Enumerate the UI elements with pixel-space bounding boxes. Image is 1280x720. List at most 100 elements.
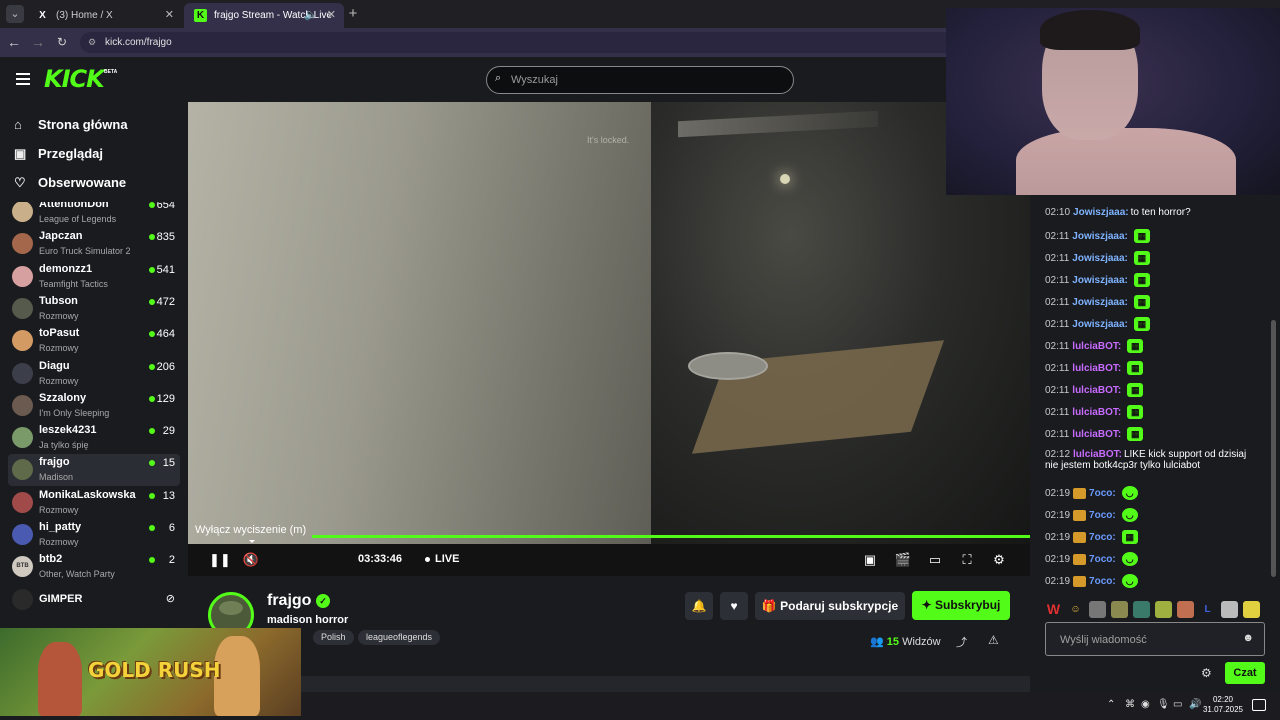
chat-username[interactable]: 7oco: <box>1089 532 1116 543</box>
angry-emote-icon[interactable]: ▦ <box>1133 317 1150 331</box>
angry-emote-icon[interactable]: ▦ <box>1127 427 1144 441</box>
emote-face-1[interactable] <box>1089 601 1106 618</box>
sidebar-channel-japczan[interactable]: Japczan Euro Truck Simulator 2 835 <box>8 228 180 260</box>
sidebar-channel-topasut[interactable]: toPasut Rozmowy 464 <box>8 325 180 357</box>
live-indicator[interactable]: LIVE <box>424 553 459 565</box>
chat-username[interactable]: Jowiszjaaa: <box>1072 319 1128 330</box>
tag-polish[interactable]: Polish <box>313 630 354 645</box>
chat-username[interactable]: Jowiszjaaa: <box>1072 275 1128 286</box>
close-tab-icon[interactable]: ✕ <box>327 3 336 28</box>
emote-smiley[interactable]: ☺ <box>1067 601 1084 618</box>
smile-emote-icon[interactable]: ◡ <box>1121 574 1138 588</box>
pause-icon[interactable]: ❚❚ <box>209 551 231 569</box>
url-field[interactable]: ⚙ kick.com/frajgo <box>80 32 946 53</box>
menu-icon[interactable] <box>16 73 30 85</box>
speaker-muted-icon[interactable]: 🔈 <box>304 3 318 28</box>
notification-bell-button[interactable]: 🔔 <box>685 592 713 620</box>
chat-username[interactable]: Jowiszjaaa: <box>1073 207 1129 218</box>
sidebar-channel-leszek4231[interactable]: leszek4231 Ja tylko śpię 29 <box>8 422 180 454</box>
emote-l[interactable]: L <box>1199 601 1216 618</box>
gold-rush-ad[interactable]: GOLD RUSH <box>0 628 301 716</box>
chat-username[interactable]: 7oco: <box>1089 554 1116 565</box>
emote-face-3[interactable] <box>1133 601 1150 618</box>
tray-app-icon[interactable]: ⌘ <box>1125 699 1135 710</box>
sidebar-channel-tubson[interactable]: Tubson Rozmowy 472 <box>8 293 180 325</box>
close-tab-icon[interactable]: ✕ <box>165 3 174 28</box>
subscribe-button[interactable]: ✦ Subskrybuj <box>912 591 1010 620</box>
tag-leagueoflegends[interactable]: leagueoflegends <box>358 630 441 645</box>
follow-button[interactable]: ♥ <box>720 592 748 620</box>
nav-following[interactable]: ♡ Obserwowane <box>14 172 126 194</box>
sidebar-channel-diagu[interactable]: Diagu Rozmowy 206 <box>8 358 180 390</box>
tab-search-button[interactable]: ⌄ <box>6 5 24 23</box>
sidebar-channel-szzalony[interactable]: Szzalony I'm Only Sleeping 129 <box>8 390 180 422</box>
sidebar-channel-gimper[interactable]: GIMPER ⊘ <box>8 584 180 616</box>
reload-icon[interactable]: ↻ <box>54 34 70 50</box>
send-chat-button[interactable]: Czat <box>1225 662 1265 684</box>
chat-username[interactable]: lulciaBOT: <box>1073 449 1122 460</box>
angry-emote-icon[interactable]: ▦ <box>1133 295 1150 309</box>
smile-emote-icon[interactable]: ◡ <box>1121 552 1138 566</box>
sidebar-channel-attentiondon[interactable]: AttentionDon League of Legends 654 <box>8 202 180 228</box>
emoji-icon[interactable]: ☻ <box>1242 632 1254 644</box>
chat-username[interactable]: 7oco: <box>1089 576 1116 587</box>
angry-emote-icon[interactable]: ▦ <box>1127 405 1144 419</box>
share-icon[interactable]: ⤴ <box>956 634 967 650</box>
sidebar-channel-demonzz1[interactable]: demonzz1 Teamfight Tactics 541 <box>8 261 180 293</box>
emote-face-7[interactable] <box>1243 601 1260 618</box>
angry-emote-icon[interactable]: ▦ <box>1121 530 1138 544</box>
site-info-icon[interactable]: ⚙ <box>88 32 96 53</box>
angry-emote-icon[interactable]: ▦ <box>1133 229 1150 243</box>
emote-face-6[interactable] <box>1221 601 1238 618</box>
muted-volume-icon[interactable]: 🔇 <box>242 551 260 569</box>
network-icon[interactable]: ▭ <box>1173 699 1182 710</box>
chat-username[interactable]: Jowiszjaaa: <box>1072 231 1128 242</box>
taskbar-clock[interactable]: 02:20 31.07.2025 <box>1200 695 1246 715</box>
sidebar-channel-hi_patty[interactable]: hi_patty Rozmowy 6 <box>8 519 180 551</box>
smile-emote-icon[interactable]: ◡ <box>1121 486 1138 500</box>
kick-logo[interactable]: KICK <box>44 65 105 93</box>
chat-username[interactable]: lulciaBOT: <box>1072 385 1121 396</box>
chat-username[interactable]: 7oco: <box>1089 488 1116 499</box>
chat-scrollbar[interactable] <box>1271 320 1276 577</box>
streamer-name[interactable]: frajgo <box>267 592 311 610</box>
search-bar[interactable]: ⌕ <box>486 66 794 94</box>
angry-emote-icon[interactable]: ▦ <box>1133 251 1150 265</box>
sidebar-channel-btb2[interactable]: BTB btb2 Other, Watch Party 2 <box>8 551 180 583</box>
clip-icon[interactable]: 🎬 <box>894 551 912 569</box>
fullscreen-icon[interactable]: ⛶ <box>958 551 976 569</box>
chat-username[interactable]: lulciaBOT: <box>1072 341 1121 352</box>
angry-emote-icon[interactable]: ▦ <box>1127 361 1144 375</box>
angry-emote-icon[interactable]: ▦ <box>1133 273 1150 287</box>
chat-username[interactable]: 7oco: <box>1089 510 1116 521</box>
new-tab-button[interactable]: + <box>344 5 362 23</box>
discord-icon[interactable]: ◉ <box>1141 699 1150 710</box>
chat-input-box[interactable]: ☻ <box>1045 622 1265 656</box>
chat-username[interactable]: lulciaBOT: <box>1072 407 1121 418</box>
chat-username[interactable]: lulciaBOT: <box>1072 429 1121 440</box>
microphone-icon[interactable]: 🎙 <box>1157 699 1170 710</box>
notification-center-icon[interactable] <box>1252 699 1266 711</box>
emote-face-2[interactable] <box>1111 601 1128 618</box>
emote-face-5[interactable] <box>1177 601 1194 618</box>
smile-emote-icon[interactable]: ◡ <box>1121 508 1138 522</box>
browser-tab-x[interactable]: X (3) Home / X ✕ <box>26 3 182 28</box>
progress-bar[interactable] <box>312 535 1030 538</box>
tray-chevron-icon[interactable]: ⌃ <box>1107 699 1115 710</box>
settings-gear-icon[interactable]: ⚙ <box>990 551 1008 569</box>
emote-face-4[interactable] <box>1155 601 1172 618</box>
chat-settings-icon[interactable]: ⚙ <box>1201 666 1212 680</box>
report-warning-icon[interactable]: ⚠ <box>988 633 999 647</box>
chat-input[interactable] <box>1060 632 1240 648</box>
nav-browse[interactable]: ▣ Przeglądaj <box>14 143 103 165</box>
video-player[interactable]: It's locked. <box>188 102 1030 544</box>
back-arrow-icon[interactable]: ← <box>6 34 22 50</box>
gift-subscription-button[interactable]: 🎁 Podaruj subskrypcje <box>755 592 905 620</box>
theater-mode-icon[interactable]: ▭ <box>926 551 944 569</box>
emote-w[interactable]: W <box>1045 601 1062 618</box>
forward-arrow-icon[interactable]: → <box>30 34 46 50</box>
chat-username[interactable]: Jowiszjaaa: <box>1072 253 1128 264</box>
angry-emote-icon[interactable]: ▦ <box>1127 339 1144 353</box>
mini-player-icon[interactable]: ▣ <box>861 551 879 569</box>
browser-tab-kick[interactable]: K frajgo Stream - Watch Live 🔈 ✕ <box>184 3 344 28</box>
